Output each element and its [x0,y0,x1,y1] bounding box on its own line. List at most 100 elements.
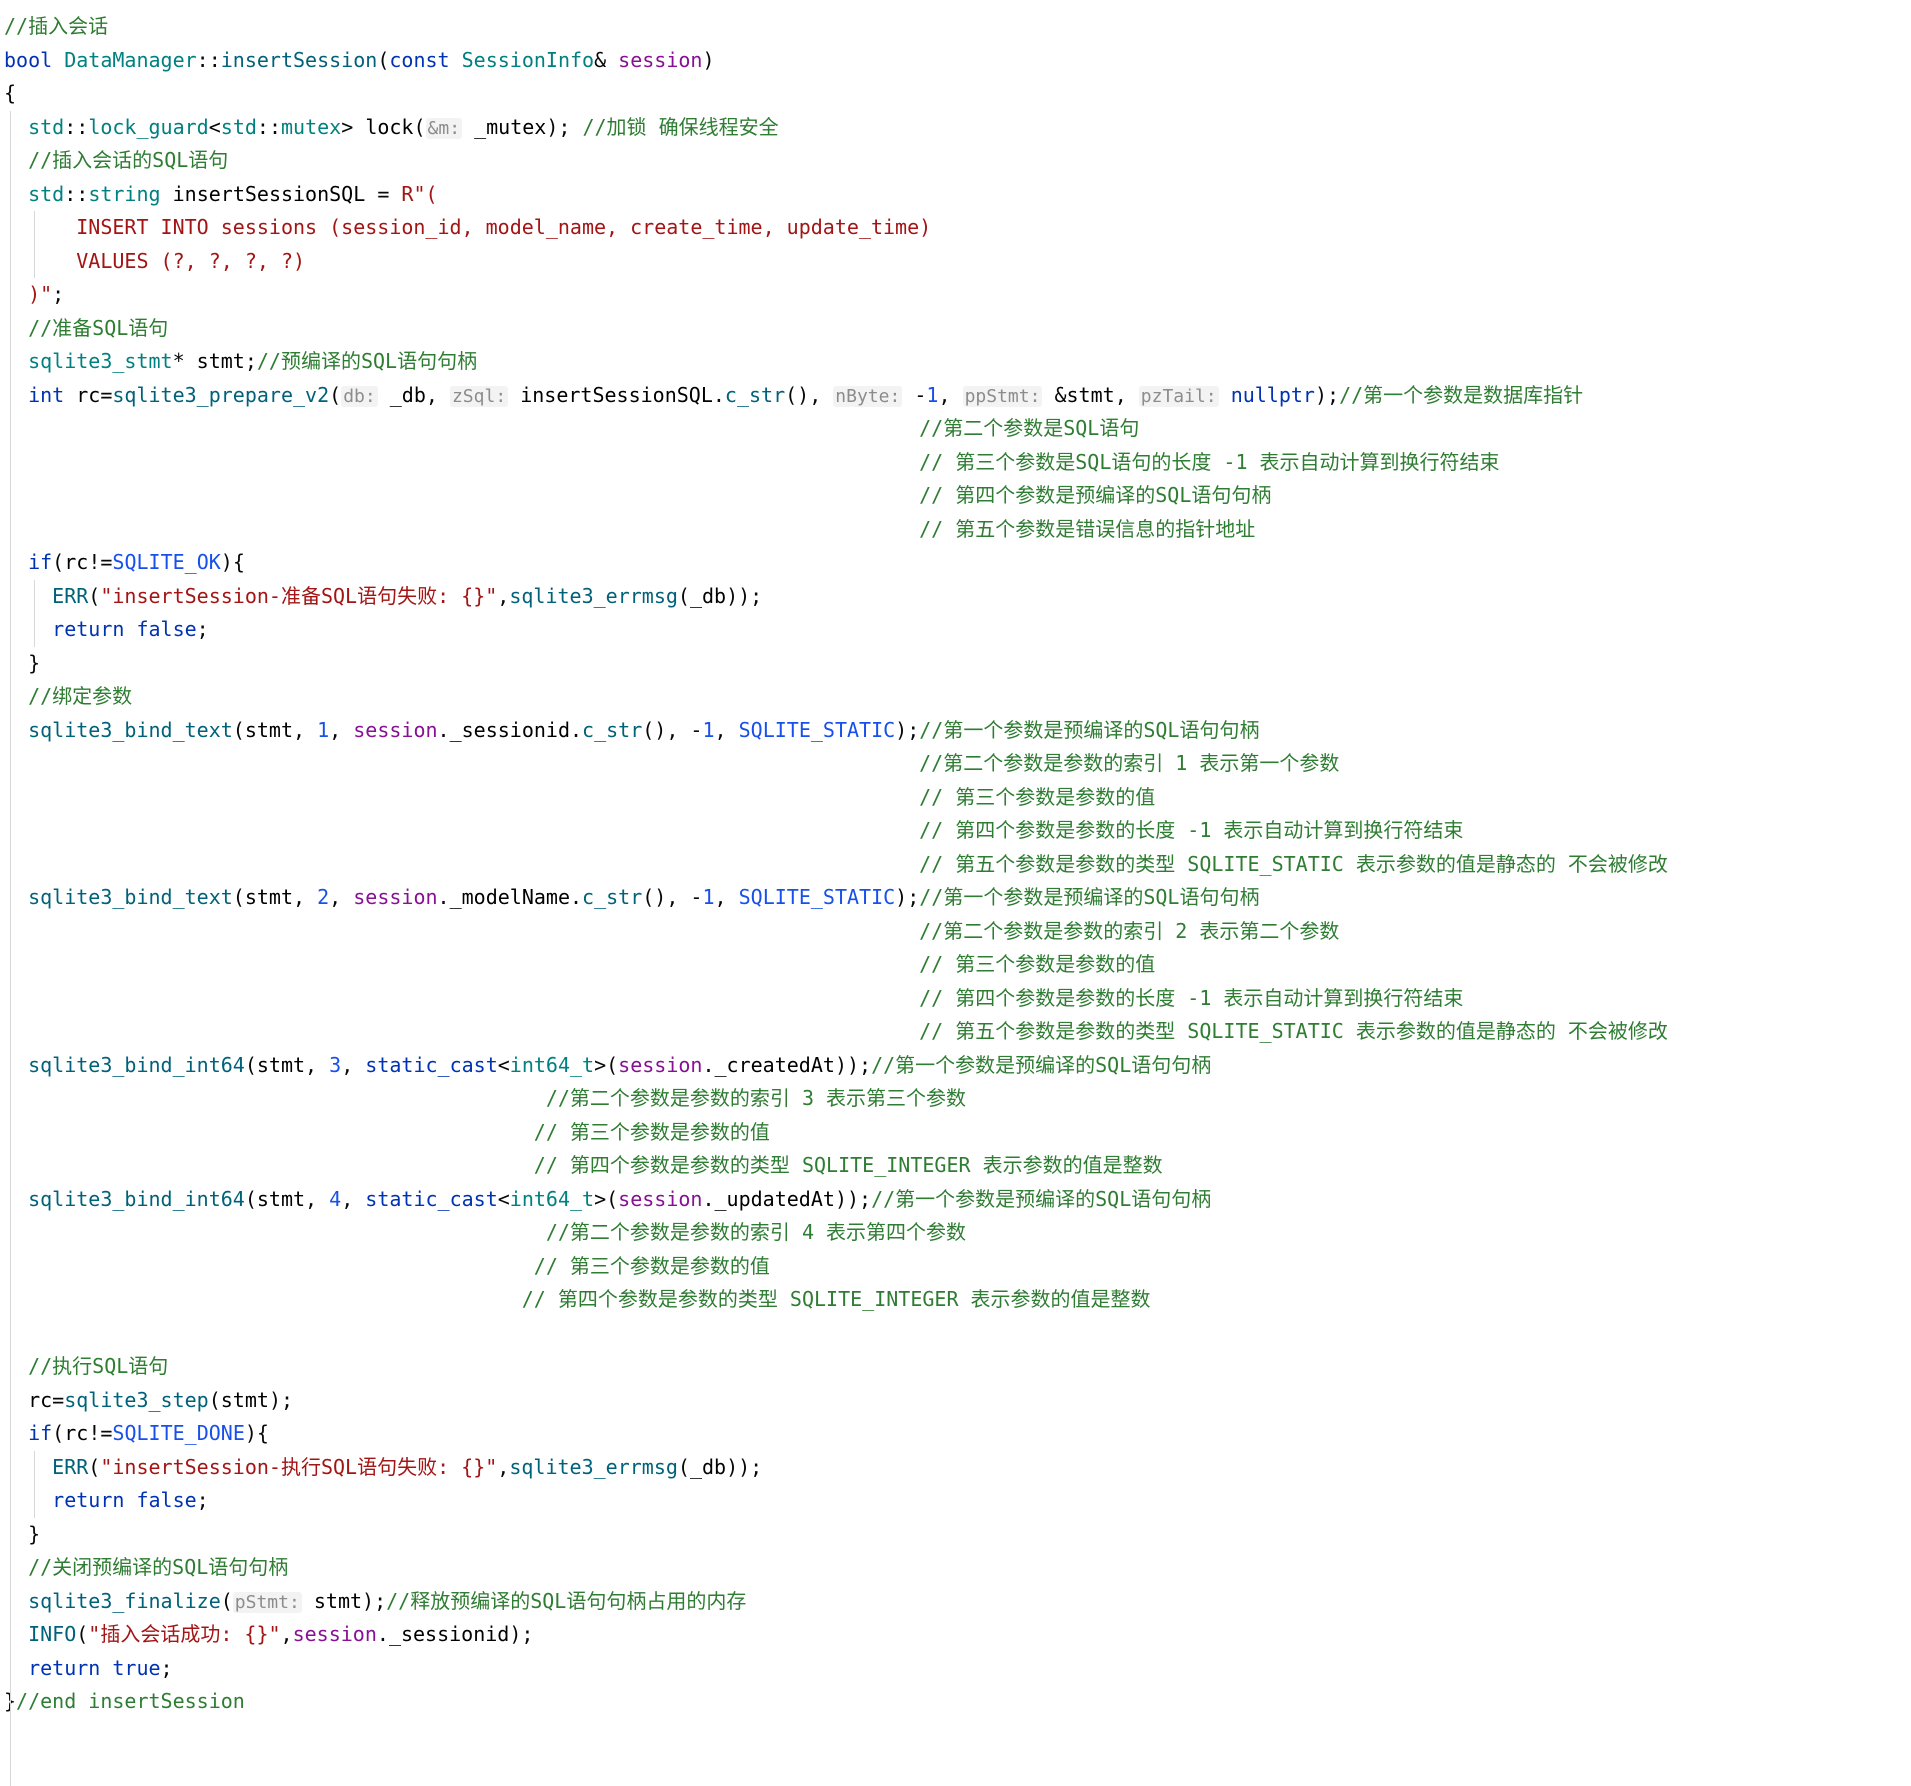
code-token: const [389,47,462,72]
code-token: //插入会话 [4,14,109,38]
code-token: ( [88,583,101,608]
code-token: < [208,114,221,139]
code-token: return false [4,1488,197,1512]
code-token: sqlite3_finalize [4,1588,221,1613]
code-token: rc [64,1421,89,1445]
code-line: { [4,77,16,110]
code-token: :: [256,114,281,139]
code-token: ); [895,885,920,909]
code-token: . [437,885,450,909]
code-token: //第二个参数是SQL语句 [4,416,1140,440]
code-token: sqlite3_bind_int64 [4,1186,245,1211]
code-token: //释放预编译的SQL语句句柄占用的内存 [386,1588,747,1613]
code-line: if(rc!=SQLITE_OK){ [4,546,245,579]
code-token: ( [329,382,342,407]
code-token: // 第三个参数是SQL语句的长度 -1 表示自动计算到换行符结束 [4,449,1500,474]
code-line: // 第四个参数是参数的类型 SQLITE_INTEGER 表示参数的值是整数 [4,1283,1151,1316]
code-line: //关闭预编译的SQL语句句柄 [4,1551,288,1584]
code-line: // 第三个参数是参数的值 [4,948,1155,981]
code-token: ); [1314,382,1340,407]
code-token: session [618,47,703,72]
code-line: sqlite3_bind_text(stmt, 1, session._sess… [4,714,1259,747]
code-token: _db [689,1454,727,1479]
code-token: stmt [256,1052,306,1077]
code-token: _sessionid [449,717,570,742]
code-token: 1 [702,717,715,742]
code-token: static_cast [365,1186,498,1211]
code-token: 4 [329,1186,342,1211]
code-token: , [293,717,318,742]
code-token: stmt [313,1588,363,1613]
code-token: < [497,1186,510,1211]
code-line: // 第五个参数是错误信息的指针地址 [4,513,1255,546]
code-line: VALUES (?, ?, ?, ?) [4,245,305,278]
code-token: // 第四个参数是参数的类型 SQLITE_INTEGER 表示参数的值是整数 [4,1153,1163,1177]
code-token: //第二个参数是参数的索引 2 表示第二个参数 [4,918,1340,943]
code-token: VALUES (?, ?, ?, ?) [4,248,306,273]
code-token: . [702,1052,715,1077]
code-token: , [329,885,354,909]
code-token: , [1114,382,1139,407]
code-token: // 第四个参数是参数的长度 -1 表示自动计算到换行符结束 [4,818,1464,842]
code-token: ERR [4,1454,89,1479]
code-token: 1 [926,382,939,407]
code-line: // 第三个参数是参数的值 [4,1116,770,1149]
code-token: _sessionid [388,1622,510,1646]
code-token: sqlite3_bind_text [4,717,233,742]
code-token: < [497,1052,510,1077]
code-token: , [293,885,318,909]
code-token: //绑定参数 [4,684,133,708]
code-token: // 第三个参数是参数的值 [4,1119,770,1144]
code-token: //预编译的SQL语句句柄 [256,349,478,373]
indent-guide [34,579,35,647]
code-token: , [341,1186,366,1211]
code-token: lock [365,114,414,139]
code-line: rc=sqlite3_step(stmt); [4,1384,293,1417]
code-editor[interactable]: //插入会话 bool DataManager::insertSession(co… [0,0,1911,1786]
code-token: ( [377,47,390,72]
code-token: //第一个参数是预编译的SQL语句句柄 [871,1052,1212,1077]
code-token: 1 [702,885,715,909]
code-token: "insertSession-准备SQL语句失败: {}" [100,583,498,608]
code-token: return false [4,617,197,641]
code-token: //第二个参数是参数的索引 4 表示第四个参数 [4,1220,967,1244]
code-token: int [4,382,77,407]
code-token: ( [52,550,65,574]
code-token: ( [232,717,245,742]
code-token: sqlite3_stmt [4,349,173,373]
code-token: _modelName [449,885,570,909]
code-token: //第二个参数是参数的索引 3 表示第三个参数 [4,1086,967,1110]
inlay-hint: pzTail: [1138,385,1219,407]
code-token: ( [76,1622,89,1646]
code-token: ; [244,349,257,373]
code-token: 3 [329,1052,342,1077]
code-token: lock_guard [88,114,209,139]
code-token: - [902,382,927,407]
code-line: // 第五个参数是参数的类型 SQLITE_STATIC 表示参数的值是静态的 … [4,1015,1668,1048]
code-token: rc [64,550,89,574]
code-token: :: [64,114,89,139]
code-token: nullptr [1230,382,1315,407]
code-line: //第二个参数是参数的索引 4 表示第四个参数 [4,1216,966,1249]
code-token: c_str [582,885,643,909]
code-token: //第一个参数是预编译的SQL语句句柄 [919,717,1260,742]
inlay-hint: db: [341,385,378,407]
code-token: )); [726,1454,763,1479]
code-token: ); [362,1588,387,1613]
code-token: stmt [196,349,245,373]
code-token: mutex [281,114,342,139]
code-line: //绑定参数 [4,680,132,713]
code-token: ( [244,1052,257,1077]
code-token: std [220,114,257,139]
code-token: , [425,382,450,407]
code-token: _createdAt [714,1052,835,1077]
code-token: if [4,1421,53,1445]
code-token: _db [689,583,727,608]
code-token: _db [389,382,426,407]
inlay-hint: ppStmt: [962,385,1043,407]
code-token: SQLITE_STATIC [738,885,896,909]
code-line: INFO("插入会话成功: {}",session._sessionid); [4,1618,533,1651]
code-line: //插入会话的SQL语句 [4,144,228,177]
